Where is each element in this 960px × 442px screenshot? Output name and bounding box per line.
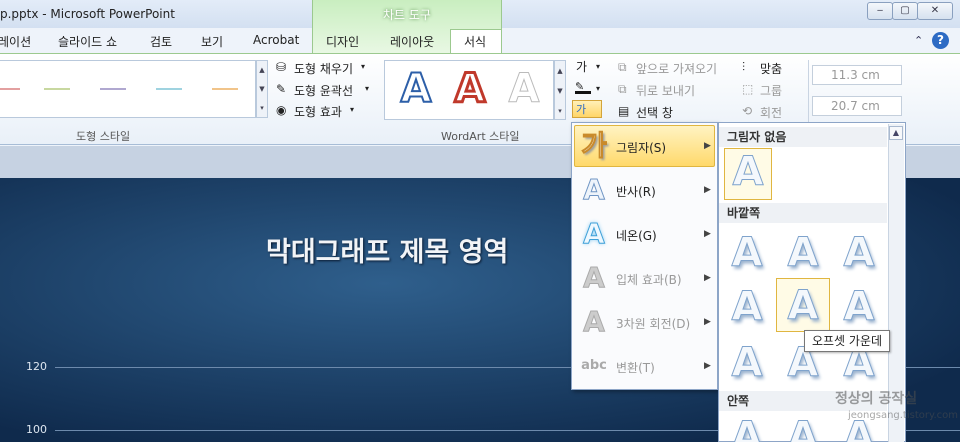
y-tick-120: 120 — [26, 360, 47, 373]
group-icon: ⬚ — [742, 82, 754, 96]
selection-pane-icon: ▤ — [618, 104, 630, 118]
watermark-title: 정상의 공작실 — [835, 391, 918, 407]
effect-icon: ◉ — [276, 103, 287, 117]
menu-item-transform[interactable]: 변환(T) — [616, 359, 655, 376]
align-icon: ⫶ — [742, 60, 746, 74]
shadow-inner-option[interactable]: A — [780, 414, 826, 442]
bevel-icon: A — [583, 261, 606, 295]
tooltip: 오프셋 가운데 — [804, 330, 890, 352]
align-button[interactable]: 맞춤 — [760, 60, 782, 77]
tab-layout[interactable]: 레이아웃 — [390, 33, 434, 50]
wordart-group-label: WordArt 스타일 — [441, 130, 520, 143]
shadow-inner-option[interactable]: A — [724, 414, 770, 442]
tab-format[interactable]: 서식 — [464, 33, 486, 50]
shadow-outer-option[interactable]: A — [780, 230, 826, 277]
context-tab-label: 차트 도구 — [383, 8, 431, 22]
menu-item-bevel[interactable]: 입체 효과(B) — [616, 271, 682, 288]
text-fill-button[interactable]: 가 — [576, 58, 587, 75]
paint-bucket-icon: ⛁ — [276, 60, 287, 74]
menu-item-shadow[interactable]: 그림자(S) — [616, 139, 666, 156]
chevron-down-icon[interactable]: ▾ — [596, 62, 600, 71]
pen-icon: ✎ — [276, 82, 287, 96]
transform-icon: abc — [581, 358, 607, 373]
shadow-outer-option[interactable]: A — [836, 284, 882, 331]
bring-forward-button[interactable]: 앞으로 가져오기 — [636, 60, 717, 77]
shadow-outer-option[interactable]: A — [724, 230, 770, 277]
section-outer: 바깥쪽 — [719, 203, 887, 223]
tab-acrobat[interactable]: Acrobat — [253, 33, 299, 47]
menu-item-3d-rotation[interactable]: 3차원 회전(D) — [616, 315, 690, 332]
group-button[interactable]: 그룹 — [760, 82, 782, 99]
chevron-down-icon[interactable]: ▾ — [350, 105, 354, 114]
tab-review[interactable]: 검토 — [150, 33, 172, 50]
wordart-style-blue[interactable]: A — [392, 64, 440, 116]
gallery-scroll[interactable]: ▲ ▼ ▾ — [256, 60, 268, 118]
tab-view[interactable]: 보기 — [201, 33, 223, 50]
shadow-outer-option[interactable]: A — [724, 340, 770, 387]
shadow-none-option[interactable]: A — [724, 148, 772, 200]
bring-forward-icon: ⧉ — [618, 60, 627, 74]
rotate-icon: ⟲ — [742, 104, 753, 118]
width-field[interactable]: 20.7 cm — [812, 96, 902, 116]
window-title: p.pptx - Microsoft PowerPoint — [0, 7, 175, 21]
reflection-icon: A — [583, 173, 606, 207]
close-button[interactable]: ✕ — [917, 2, 953, 20]
shape-effect-button[interactable]: 도형 효과 — [294, 103, 342, 120]
chevron-down-icon[interactable]: ▾ — [365, 84, 369, 93]
rotation-3d-icon: A — [583, 305, 606, 339]
shadow-icon: 가 — [581, 129, 608, 163]
shape-fill-button[interactable]: 도형 채우기 — [294, 60, 353, 77]
menu-item-reflection[interactable]: 반사(R) — [616, 183, 656, 200]
glow-icon: A — [583, 217, 606, 251]
height-field[interactable]: 11.3 cm — [812, 65, 902, 85]
maximize-button[interactable]: ▢ — [892, 2, 918, 20]
send-backward-button[interactable]: 뒤로 보내기 — [636, 82, 695, 99]
submenu-arrow-icon: ▶ — [704, 361, 711, 371]
shadow-outer-option[interactable]: A — [836, 230, 882, 277]
section-no-shadow: 그림자 없음 — [719, 127, 887, 147]
rotate-button[interactable]: 회전 — [760, 104, 782, 121]
line-style-2[interactable] — [44, 88, 70, 90]
line-style-1[interactable] — [0, 88, 20, 90]
line-style-4[interactable] — [156, 88, 182, 90]
wordart-style-red[interactable]: A — [446, 64, 494, 116]
chevron-up-icon[interactable]: ⌃ — [914, 34, 923, 47]
tab-animation[interactable]: 레이션 — [0, 33, 31, 50]
submenu-arrow-icon: ▶ — [704, 141, 711, 151]
chevron-down-icon[interactable]: ▾ — [596, 84, 600, 93]
shadow-outer-option[interactable]: A — [724, 284, 770, 331]
submenu-arrow-icon: ▶ — [704, 317, 711, 327]
shadow-offset-center-option[interactable]: A — [776, 278, 830, 332]
shape-styles-group-label: 도형 스타일 — [76, 130, 131, 143]
tab-design[interactable]: 디자인 — [326, 33, 359, 50]
slide-title[interactable]: 막대그래프 제목 영역 — [266, 230, 508, 269]
scroll-up-arrow-icon[interactable]: ▲ — [889, 126, 903, 140]
submenu-arrow-icon: ▶ — [704, 229, 711, 239]
menu-item-glow[interactable]: 네온(G) — [616, 227, 657, 244]
selection-pane-button[interactable]: 선택 창 — [636, 104, 673, 121]
send-backward-icon: ⧉ — [618, 82, 627, 96]
text-effects-button[interactable]: 가 — [572, 100, 602, 118]
tab-slideshow[interactable]: 슬라이드 쇼 — [58, 33, 117, 50]
y-tick-100: 100 — [26, 423, 47, 436]
shape-outline-button[interactable]: 도형 윤곽선 — [294, 82, 353, 99]
watermark-url: jeongsang.tistory.com — [848, 410, 959, 421]
line-style-5[interactable] — [212, 88, 238, 90]
wordart-scroll[interactable]: ▲ ▼ ▾ — [554, 60, 566, 120]
line-style-3[interactable] — [100, 88, 126, 90]
chevron-down-icon[interactable]: ▾ — [361, 62, 365, 71]
wordart-style-plain[interactable]: A — [500, 64, 548, 116]
help-icon[interactable]: ? — [932, 32, 949, 49]
minimize-button[interactable]: ‒ — [867, 2, 893, 20]
submenu-arrow-icon: ▶ — [704, 273, 711, 283]
group-divider — [808, 60, 809, 130]
text-outline-icon[interactable]: ✎ — [575, 80, 591, 94]
submenu-arrow-icon: ▶ — [704, 185, 711, 195]
